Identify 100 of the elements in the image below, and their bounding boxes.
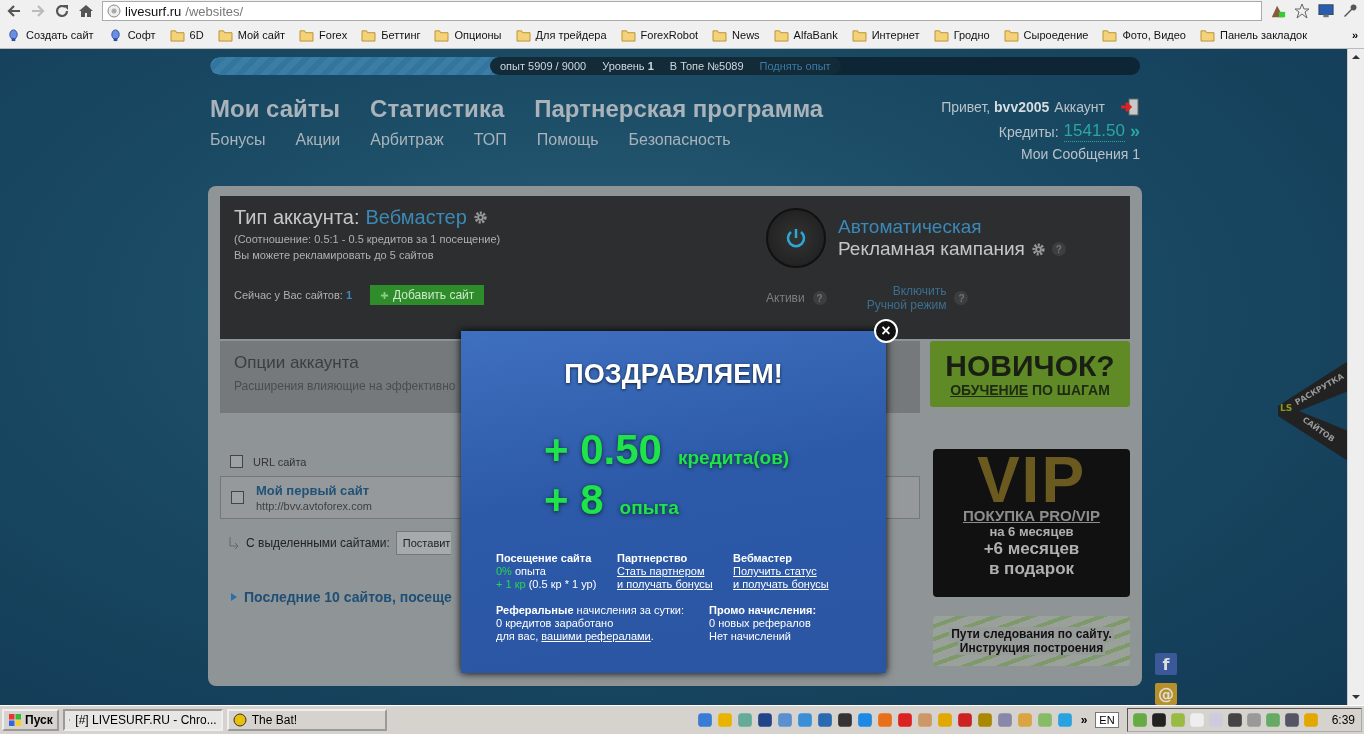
reload-icon[interactable] — [54, 3, 70, 19]
settings-icon[interactable] — [472, 210, 488, 225]
referral-text: для вас, вашими рефералами. — [496, 630, 655, 642]
settings-icon[interactable] — [1030, 241, 1046, 257]
bookmark[interactable]: Беттинг — [361, 28, 421, 42]
back-icon[interactable] — [6, 3, 22, 19]
sub-nav-link[interactable]: Акции — [295, 131, 341, 149]
referral-text: 0 кредитов заработано — [496, 617, 615, 629]
plus-icon — [380, 290, 390, 300]
scroll-up-icon[interactable] — [1351, 53, 1361, 61]
social-button[interactable]: f — [1155, 653, 1177, 675]
folder-icon — [299, 28, 315, 42]
folder-icon — [1003, 28, 1019, 42]
bookmark[interactable]: Интернет — [851, 28, 920, 42]
power-button[interactable] — [766, 208, 826, 268]
bookmark[interactable]: AlfaBank — [773, 28, 838, 42]
bulk-action-label: С выделенными сайтами: — [246, 536, 390, 550]
sub-nav-link[interactable]: Арбитраж — [370, 131, 444, 149]
account-link[interactable]: Аккаунт — [1054, 99, 1105, 115]
partner-link[interactable]: и получать бонусы — [617, 578, 713, 590]
options-title: Опции аккаунта — [234, 353, 360, 373]
bookmark[interactable]: 6D — [169, 28, 204, 42]
tray-icon[interactable] — [1226, 712, 1243, 728]
folder-icon — [712, 28, 728, 42]
bookmark[interactable]: Для трейдера — [515, 28, 607, 42]
guide-banner[interactable]: Пути следования по сайту. Инструкция построения — [933, 616, 1130, 666]
site-url: http://bvv.avtoforex.com — [256, 500, 372, 512]
sub-nav-link[interactable]: Безопасность — [628, 131, 731, 149]
forward-icon[interactable] — [30, 3, 46, 19]
rank-text: В Топе №5089 — [669, 60, 744, 72]
sub-nav-link[interactable]: Помощь — [536, 131, 599, 149]
start-button[interactable]: Пуск — [2, 709, 59, 731]
taskbar-button[interactable]: The Bat! — [226, 709, 387, 731]
folder-icon — [773, 28, 789, 42]
bookmark[interactable]: Мой сайт — [217, 28, 286, 42]
bookmark[interactable]: Forex — [299, 28, 348, 42]
banner-subtitle: ОБУЧЕНИЕ ПО ШАГАМ — [950, 382, 1110, 398]
extension-icon[interactable] — [1270, 3, 1286, 19]
bookmark[interactable]: Панель закладок — [1199, 28, 1307, 42]
experience-text: опыт 5909 / 9000 — [500, 60, 587, 72]
credits-value: 1541.50 — [1063, 121, 1125, 142]
folder-icon — [434, 28, 450, 42]
bookmark[interactable]: ForexRobot — [620, 28, 699, 42]
promo-text: 0 новых рефералов — [709, 617, 812, 629]
reward-unit: кредита(ов) — [677, 447, 790, 469]
column-title: Посещение сайта — [496, 552, 593, 564]
sub-nav-link[interactable]: ТОП — [473, 131, 507, 149]
address-field[interactable]: livesurf.ru /websites/ — [102, 1, 1262, 21]
status-link[interactable]: и получать бонусы — [733, 578, 829, 590]
experience-text: 0% опыта — [496, 565, 547, 577]
bookmark[interactable]: Гродно — [933, 28, 990, 42]
campaign-subtitle: Рекламная кампания — [838, 238, 1025, 260]
exit-door-icon[interactable] — [1120, 97, 1140, 117]
language-indicator[interactable]: EN — [1095, 712, 1119, 728]
account-type-link[interactable]: Вебмастер — [365, 206, 467, 229]
checkbox[interactable] — [231, 491, 244, 504]
dialog-title: ПОЗДРАВЛЯЕМ! — [563, 359, 784, 390]
bookmark[interactable]: Опционы — [434, 28, 502, 42]
banner-text: в подарок — [988, 559, 1075, 579]
banner-title: НОВИЧОК? — [945, 350, 1115, 382]
taskbar-button[interactable]: [#] LIVESURF.RU - Chro... — [62, 709, 223, 731]
scroll-down-icon[interactable] — [1351, 693, 1361, 701]
bookmark[interactable]: News — [712, 28, 760, 42]
folder-icon — [361, 28, 377, 42]
tray-icon[interactable] — [1283, 712, 1300, 728]
clock: 6:39 — [1331, 713, 1355, 727]
referrals-link[interactable]: вашими рефералами — [541, 630, 651, 642]
bookmark[interactable]: Сыроедение — [1003, 28, 1089, 42]
status-link[interactable]: Получить статус — [733, 565, 829, 577]
bulk-action-select[interactable]: Поставит — [395, 531, 452, 555]
more-bookmarks[interactable]: » — [1351, 29, 1358, 41]
star-icon[interactable] — [1294, 3, 1310, 19]
folder-icon — [933, 28, 949, 42]
main-nav-link[interactable]: Мои сайты — [210, 95, 341, 123]
column-title: Вебмастер — [733, 552, 794, 564]
campaign-title: Автоматическая — [838, 216, 983, 238]
bulb-icon — [6, 28, 21, 42]
folder-icon — [169, 28, 185, 42]
home-icon[interactable] — [78, 3, 94, 19]
folder-icon — [620, 28, 636, 42]
bookmark[interactable]: Софт — [107, 28, 156, 42]
ribbon-logo: LS — [1280, 403, 1293, 413]
main-nav-link[interactable]: Партнерская программа — [534, 95, 824, 123]
tray-icon[interactable] — [1150, 712, 1167, 728]
reward-amount: + 0.50 — [544, 426, 662, 474]
more-icons[interactable]: » — [1076, 713, 1092, 727]
messages-link[interactable]: Мои Сообщения 1 — [1021, 146, 1140, 162]
column-title: Промо начисления: — [709, 604, 817, 616]
checkbox[interactable] — [230, 455, 243, 468]
partner-link[interactable]: Стать партнером — [617, 565, 713, 577]
bookmark[interactable]: Фото, Видео — [1102, 28, 1186, 42]
folder-icon — [1102, 28, 1118, 42]
column-title: Партнерство — [617, 552, 689, 564]
bookmark[interactable]: Создать сайт — [6, 28, 94, 42]
main-nav-link[interactable]: Статистика — [370, 95, 505, 123]
novice-banner[interactable]: НОВИЧОК? ОБУЧЕНИЕ ПО ШАГАМ — [930, 341, 1130, 407]
monitor-icon[interactable] — [1318, 3, 1334, 19]
expand-triangle-icon[interactable] — [230, 592, 238, 602]
sub-nav-link[interactable]: Бонусы — [210, 131, 266, 149]
windows-logo-icon — [8, 713, 22, 727]
